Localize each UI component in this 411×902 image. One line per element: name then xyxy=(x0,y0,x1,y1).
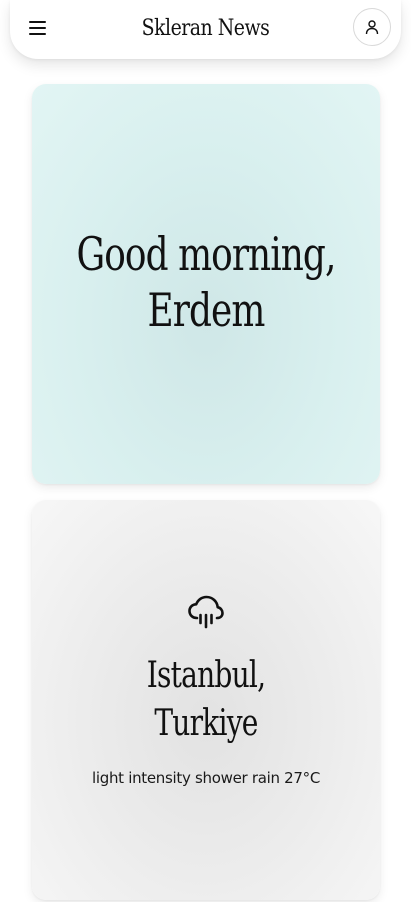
weather-city: Istanbul, Turkiye xyxy=(70,652,341,748)
profile-button[interactable] xyxy=(353,8,391,46)
greeting-line-2: Erdem xyxy=(147,283,266,337)
city-line-1: Istanbul, xyxy=(146,655,266,696)
cloud-rain-icon xyxy=(188,595,224,629)
weather-description: light intensity shower rain xyxy=(91,769,280,787)
weather-temperature: 27°C xyxy=(284,769,321,787)
user-icon xyxy=(365,20,379,35)
greeting-card: Good morning, Erdem xyxy=(32,84,380,484)
city-line-2: Turkiye xyxy=(154,703,258,744)
greeting-heading: Good morning, Erdem xyxy=(76,226,337,338)
brand-title[interactable]: Skleran News xyxy=(37,14,373,44)
weather-conditions: light intensity shower rain 27°C xyxy=(32,769,380,787)
app-header: Skleran News xyxy=(10,0,401,59)
greeting-line-1: Good morning, xyxy=(76,227,337,281)
weather-card: Istanbul, Turkiye light intensity shower… xyxy=(32,500,380,900)
